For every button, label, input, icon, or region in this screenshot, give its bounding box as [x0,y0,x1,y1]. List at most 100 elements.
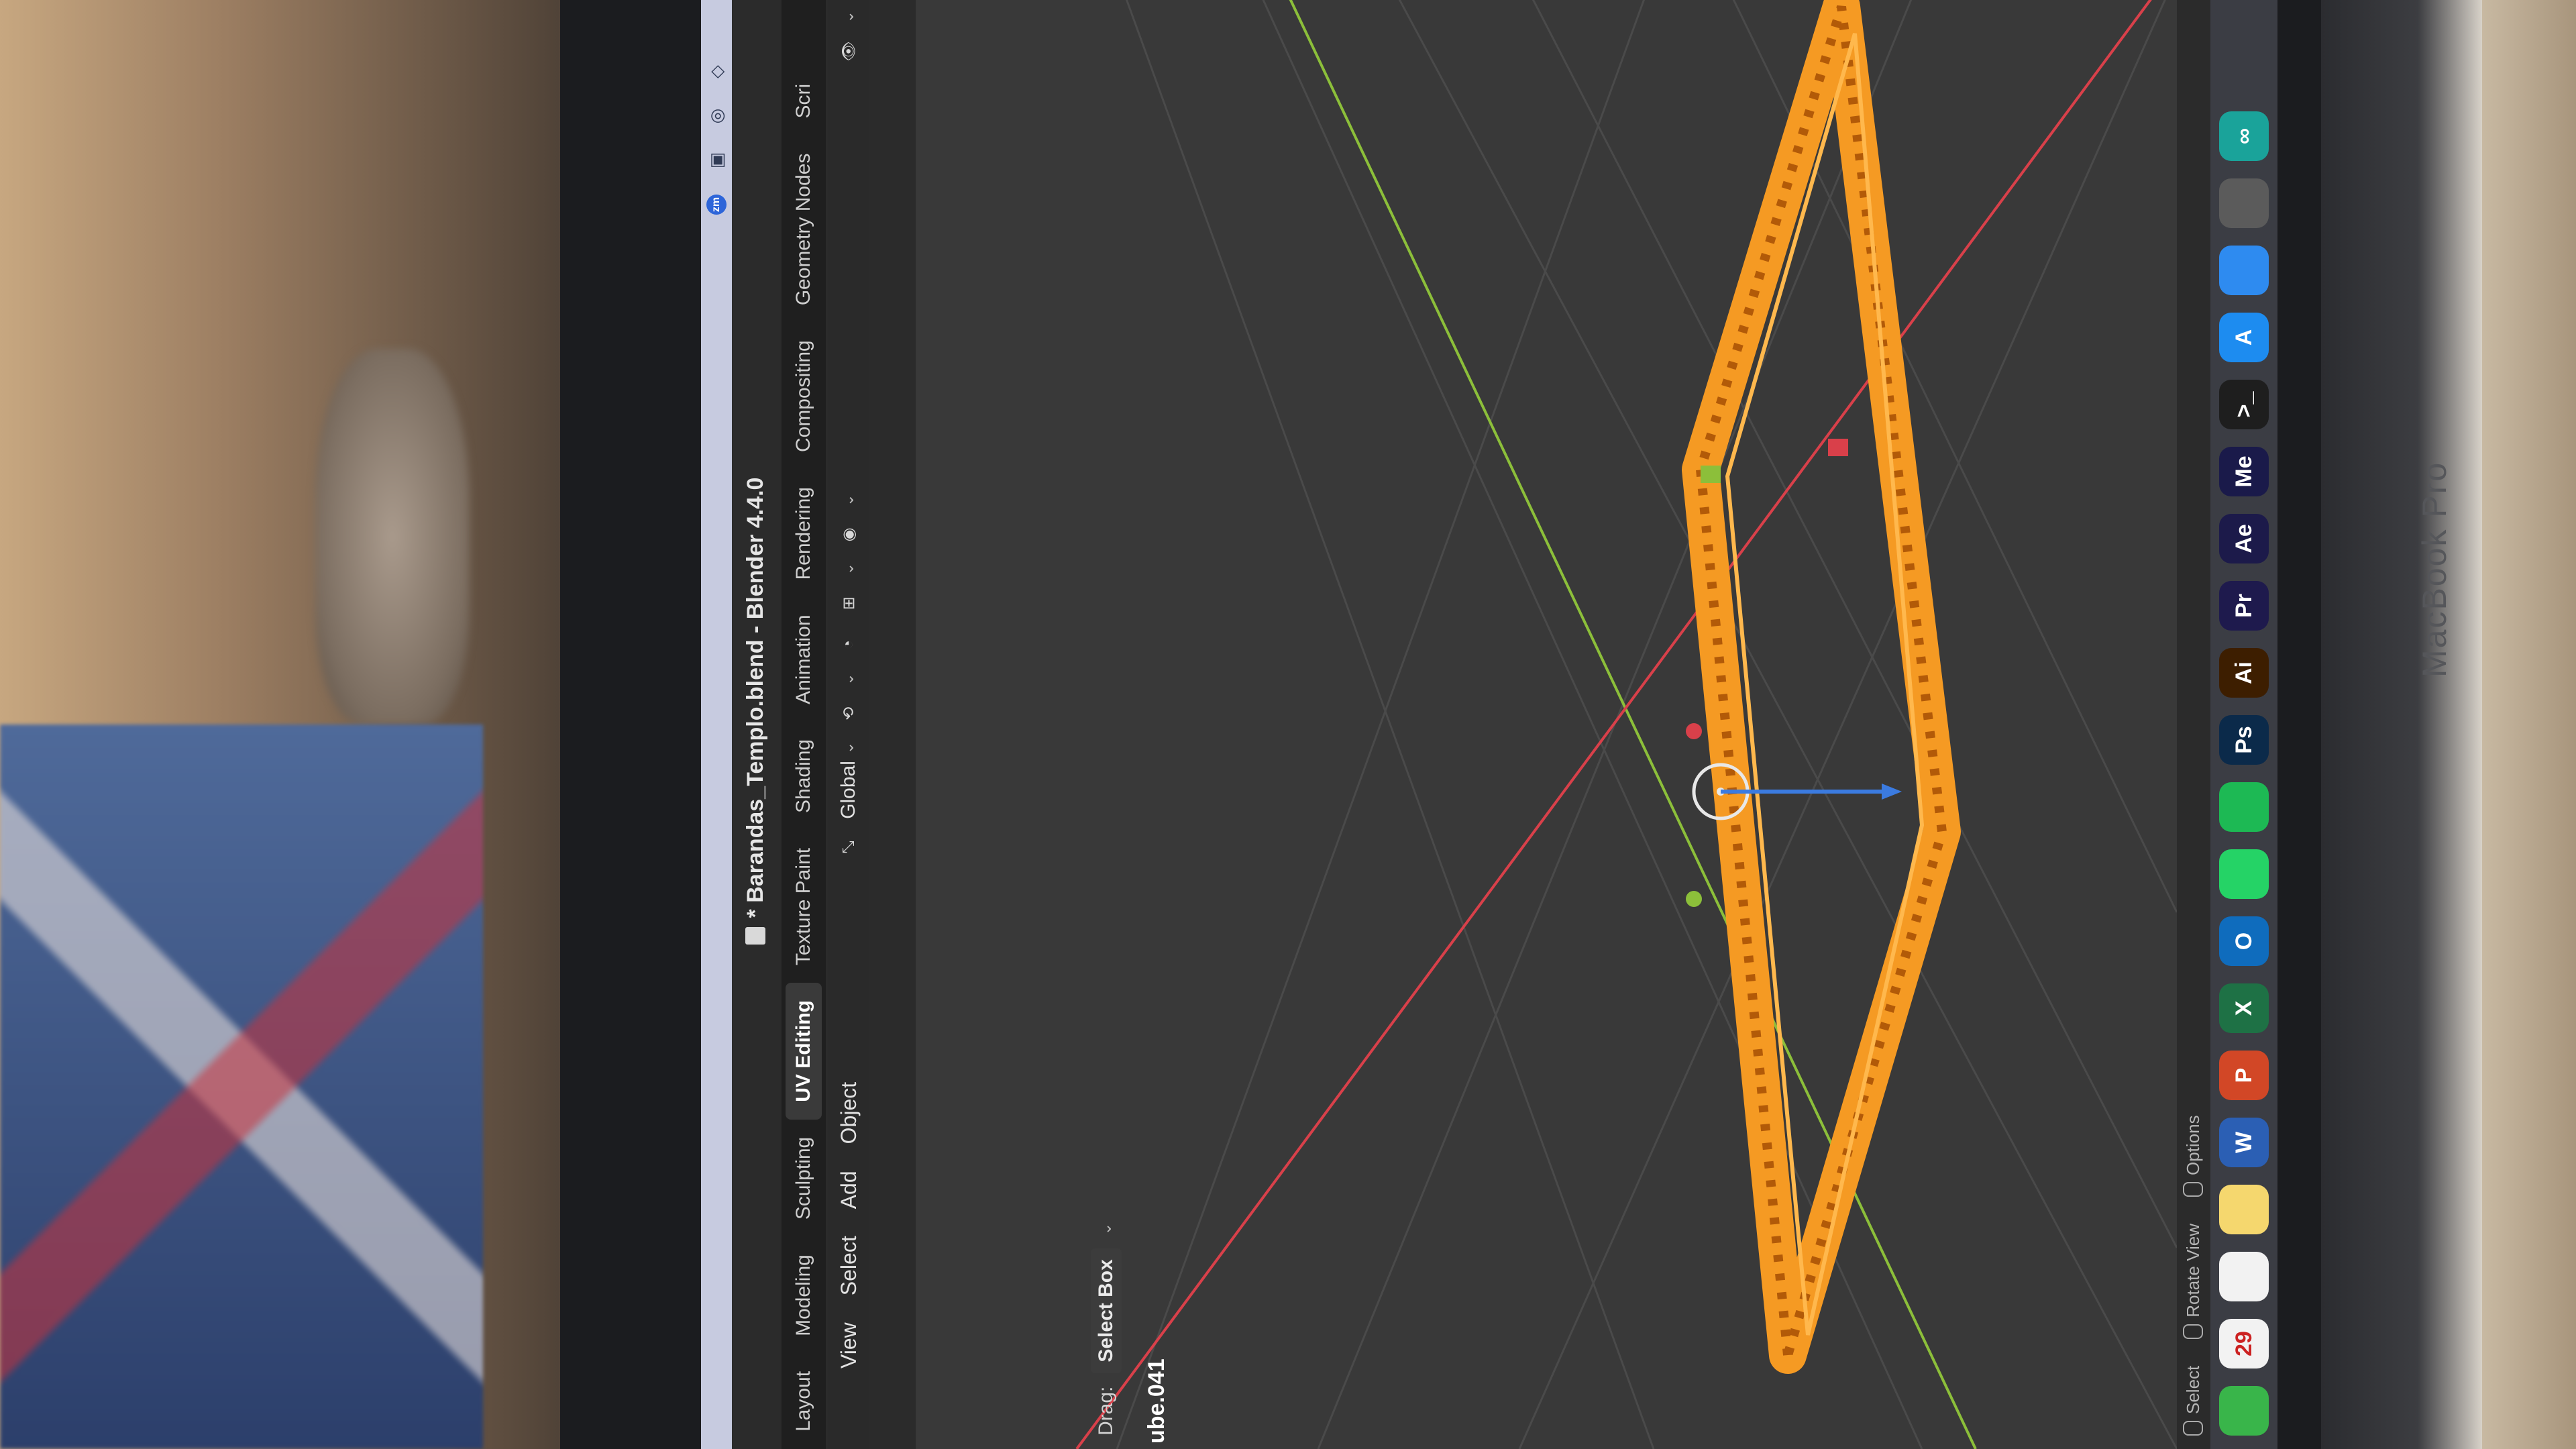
mac-dock: 29 W P X O Ps Ai Pr Ae Me >_ A ∞ [2210,0,2277,1449]
status-select-label: Select [2182,1365,2203,1414]
3d-viewport[interactable]: Drag: Select Box ⌄ ube.041 [916,0,2177,1449]
shield-icon[interactable]: ◇ [706,62,727,82]
dock-app-label: Pr [2231,594,2257,618]
tab-uv-editing[interactable]: UV Editing [786,983,822,1120]
screenshot-icon[interactable]: ▣ [706,150,727,170]
viewport-header: View Select Add Object ⤡ Global ⌄ ⟲ ⌄ ◔ … [828,0,869,1449]
orientation-icon: ⤡ [839,841,857,854]
tab-geometry-nodes[interactable]: Geometry Nodes [786,136,822,323]
chevron-down-icon: ⌄ [840,741,857,755]
dock-app-label: 29 [2231,1331,2257,1356]
tab-texture-paint[interactable]: Texture Paint [786,830,822,983]
window-title-bar: * Barandas_Templo.blend - Blender 4.4.0 [732,0,779,1449]
tab-layout[interactable]: Layout [786,1354,822,1449]
tool-settings-row: Drag: Select Box ⌄ [1086,0,1126,1449]
tab-scripting[interactable]: Scri [786,66,822,136]
menu-add[interactable]: Add [837,1157,861,1222]
dock-app-terminal[interactable]: >_ [2219,380,2269,429]
dock-app-spotify[interactable] [2219,782,2269,832]
orientation-dropdown[interactable]: Global ⌄ [837,742,860,819]
dock-app-label: A [2231,329,2257,346]
dock-app-media-encoder[interactable]: Me [2219,447,2269,496]
status-bar: Select Rotate View Options [2177,0,2209,1449]
proportional-edit-icon[interactable]: ◉ [835,521,862,548]
dock-app-premiere-pro[interactable]: Pr [2219,581,2269,631]
orientation-value: Global [837,761,859,819]
tab-rendering[interactable]: Rendering [786,470,822,597]
tab-compositing[interactable]: Compositing [786,323,822,470]
dock-app-label: Me [2231,455,2257,488]
dock-app-label: P [2231,1067,2257,1083]
status-rotate-view: Rotate View [2183,1224,2204,1339]
chevron-down-icon[interactable]: ⌄ [840,563,857,575]
dock-app-chatgpt[interactable] [2219,178,2269,228]
gizmo-arrow-z[interactable] [1882,784,1902,800]
dock-app-photoshop[interactable]: Ps [2219,715,2269,765]
select-box-dropdown[interactable]: Select Box [1091,1248,1122,1373]
status-select: Select [2183,1366,2204,1436]
dock-app-reminders[interactable] [2219,1252,2269,1301]
tab-sculpting[interactable]: Sculpting [786,1120,822,1237]
dock-app-label: >_ [2231,391,2257,418]
dock-app-label: W [2231,1131,2257,1154]
laptop-screen: zm ▣ ◎ ◇ * Barandas_Templo.blend - Blend… [701,0,2277,1449]
status-options-label: Options [2182,1115,2203,1176]
workspace-tabs: Layout Modeling Sculpting UV Editing Tex… [782,0,826,1449]
document-icon [745,927,765,945]
mouse-right-icon [2183,1182,2203,1197]
mouse-left-icon [2183,1421,2203,1436]
status-rotate-label: Rotate View [2182,1224,2203,1318]
tab-modeling[interactable]: Modeling [786,1237,822,1354]
desk-surface [2482,0,2576,1449]
dock-app-safari[interactable] [2219,246,2269,295]
dock-app-whatsapp[interactable] [2219,849,2269,899]
chevron-down-icon[interactable]: ⌄ [840,494,857,506]
gizmo-dot-x [1686,723,1702,739]
dock-app-app-store[interactable]: A [2219,313,2269,362]
snap-target-icon[interactable]: ⊞ [835,590,862,616]
dock-app-excel[interactable]: X [2219,983,2269,1033]
gizmo-handle-y[interactable] [1701,466,1721,483]
window-title: * Barandas_Templo.blend - Blender 4.4.0 [742,477,768,918]
dock-app-illustrator[interactable]: Ai [2219,648,2269,698]
tab-animation[interactable]: Animation [786,597,822,721]
tab-shading[interactable]: Shading [786,722,822,830]
pivot-icon[interactable]: ⟲ [835,700,862,727]
chevron-down-icon[interactable]: ⌄ [840,673,857,685]
dock-app-label: ∞ [2231,127,2257,145]
zoom-icon[interactable]: zm [706,195,727,215]
wireless-icon[interactable]: ◎ [706,106,727,126]
dock-app-after-effects[interactable]: Ae [2219,514,2269,564]
gizmo-handle-x[interactable] [1828,439,1848,456]
laptop-edge [2321,0,2482,1449]
dock-app-label: Ps [2231,726,2257,754]
menu-object[interactable]: Object [837,1069,861,1157]
floor-grid [1116,0,2177,1449]
flag-cushion [0,724,483,1449]
bezel-brand-label: MacBook Pro [2416,461,2453,678]
dock-app-calendar[interactable]: 29 [2219,1319,2269,1368]
dock-app-label: Ai [2231,661,2257,684]
gizmo-dot-y [1686,891,1702,907]
dock-app-label: X [2231,1000,2257,1016]
snap-icon[interactable]: ◔ [835,631,862,658]
selected-railing-object[interactable] [1682,0,1961,1374]
zoom-label: zm [710,197,722,213]
dock-app-notes[interactable] [2219,1185,2269,1234]
dock-app-outlook[interactable]: O [2219,916,2269,966]
visibility-icon[interactable]: 👁 [835,38,862,64]
chevron-down-icon[interactable]: ⌄ [840,11,857,23]
menu-select[interactable]: Select [837,1222,861,1309]
dock-app-powerpoint[interactable]: P [2219,1051,2269,1100]
active-object-name: ube.041 [1144,1358,1169,1444]
mac-menu-bar: zm ▣ ◎ ◇ [701,0,732,1449]
mouse-middle-icon [2183,1324,2203,1339]
dock-app-word[interactable]: W [2219,1118,2269,1167]
dock-app-copilot[interactable]: ∞ [2219,111,2269,161]
dock-app-numbers[interactable] [2219,1386,2269,1436]
menu-view[interactable]: View [837,1309,861,1449]
background-lamp [315,349,470,724]
chevron-down-icon[interactable]: ⌄ [1097,1223,1115,1235]
x-axis-line [1075,0,2171,1449]
dock-app-label: O [2231,932,2257,951]
